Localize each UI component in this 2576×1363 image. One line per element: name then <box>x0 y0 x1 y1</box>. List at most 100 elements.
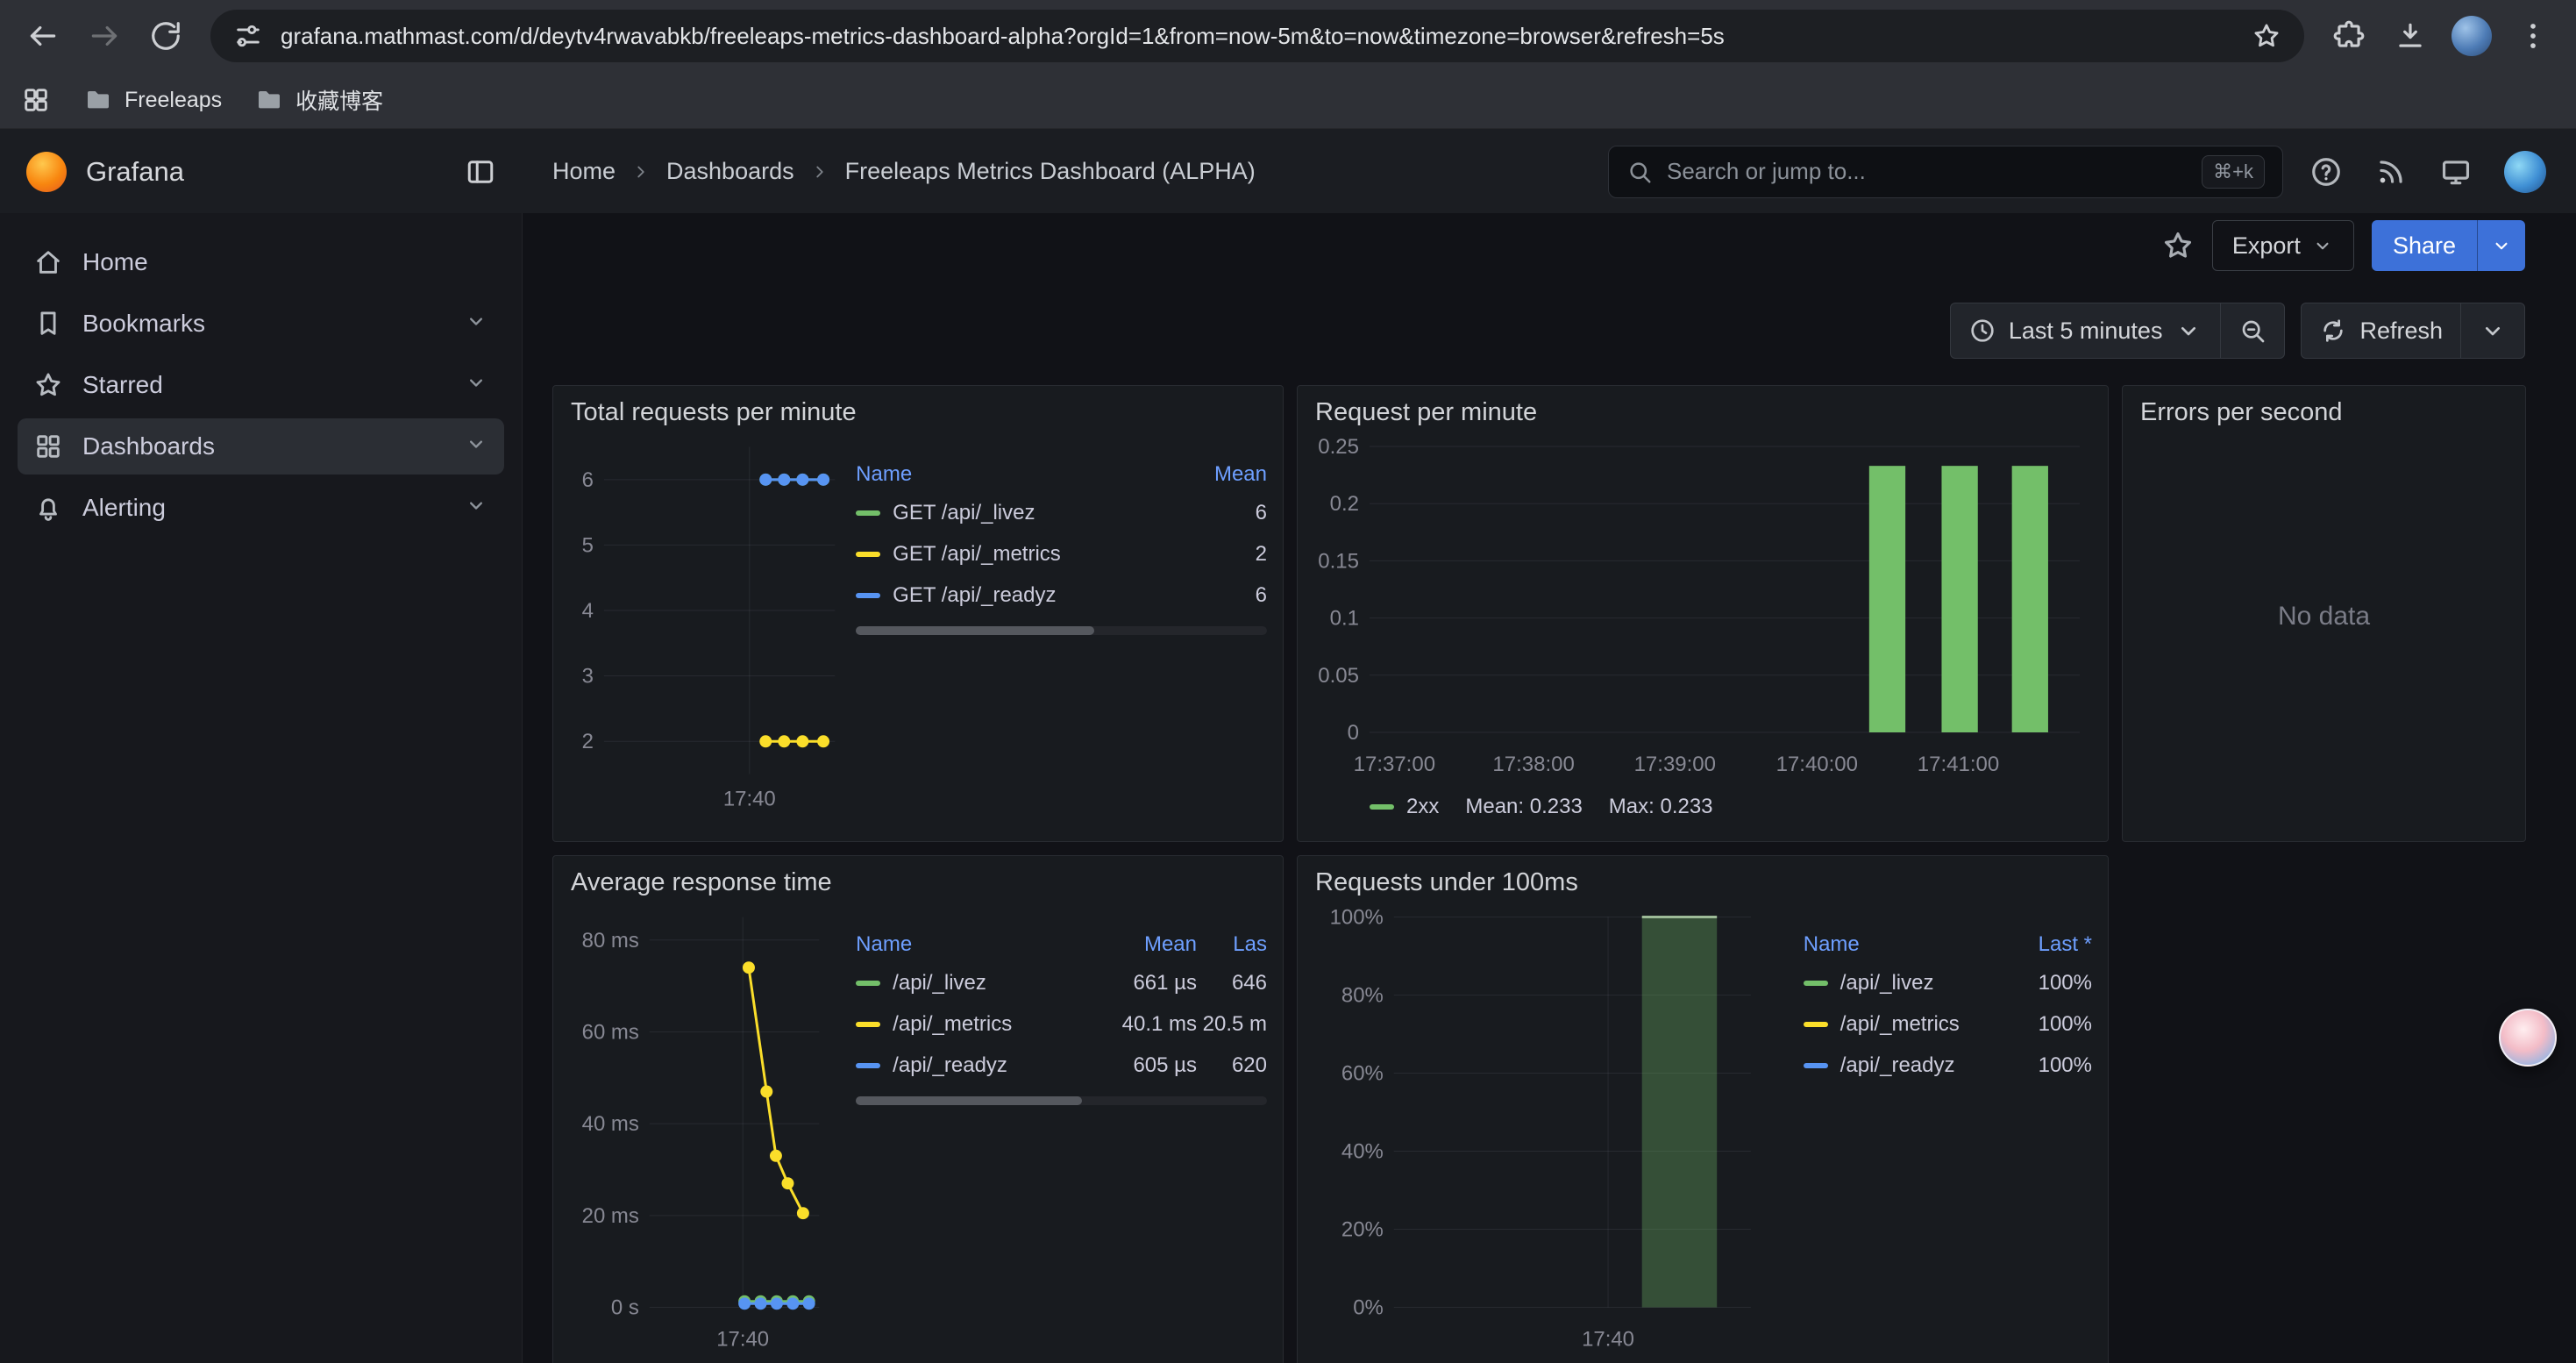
zoom-out-button[interactable] <box>2220 303 2284 358</box>
legend-row[interactable]: /api/_metrics 100% <box>1804 1003 2092 1045</box>
chevron-down-icon[interactable] <box>464 309 488 339</box>
legend-header-name[interactable]: Name <box>856 932 1065 957</box>
svg-text:20 ms: 20 ms <box>582 1204 639 1228</box>
sidebar-item-starred[interactable]: Starred <box>18 357 504 413</box>
clock-icon <box>1968 317 1996 345</box>
bookmark-folder-freeleaps[interactable]: Freeleaps <box>84 86 222 114</box>
total-requests-chart[interactable]: 2345617:40 <box>569 432 856 818</box>
legend-header-mean[interactable]: Mean <box>1065 932 1197 957</box>
floating-assistant-avatar[interactable] <box>2499 1009 2557 1067</box>
share-label[interactable]: Share <box>2372 220 2477 271</box>
apps-grid-icon[interactable] <box>21 85 51 115</box>
legend-row[interactable]: /api/_livez 661 µs 646 <box>856 962 1267 1003</box>
svg-text:0: 0 <box>1348 721 1359 745</box>
sidebar-item-label: Starred <box>82 371 163 399</box>
legend-header-mean[interactable]: Mean <box>1171 462 1267 487</box>
url-bar[interactable]: grafana.mathmast.com/d/deytv4rwavabkb/fr… <box>210 10 2304 62</box>
legend-header-last[interactable]: Las <box>1197 932 1267 957</box>
favorite-star-icon[interactable] <box>2161 229 2195 262</box>
series-color-dash <box>1804 1022 1828 1027</box>
dashboards-grid-icon <box>33 432 63 461</box>
series-color-dash <box>856 1063 880 1068</box>
panel-average-response-time: Average response time 0 s20 ms40 ms60 ms… <box>552 855 1284 1363</box>
panel-title[interactable]: Total requests per minute <box>553 386 1283 432</box>
breadcrumb-home[interactable]: Home <box>552 158 616 185</box>
news-rss-icon[interactable] <box>2374 155 2408 189</box>
header-icons <box>2283 151 2576 193</box>
legend-row[interactable]: /api/_readyz 100% <box>1804 1045 2092 1086</box>
requests-under-100ms-chart[interactable]: 0%20%40%60%80%100%17:40 <box>1313 903 1804 1359</box>
refresh-button[interactable]: Refresh <box>2302 303 2460 358</box>
legend-row[interactable]: /api/_readyz 605 µs 620 <box>856 1045 1267 1086</box>
share-button[interactable]: Share <box>2372 220 2525 271</box>
reload-button[interactable] <box>139 9 193 63</box>
sidebar: Home Bookmarks Starred Dashboards Alerti… <box>0 213 523 1363</box>
svg-text:60 ms: 60 ms <box>582 1020 639 1044</box>
legend-header-name[interactable]: Name <box>1804 932 1996 957</box>
legend-inline: 2xx Mean: 0.233 Max: 0.233 <box>1313 788 2092 819</box>
extensions-icon[interactable] <box>2322 9 2376 63</box>
series-color-dash <box>1804 981 1828 986</box>
request-per-minute-chart[interactable]: 00.050.10.150.20.2517:37:0017:38:0017:39… <box>1313 432 2094 783</box>
breadcrumb: Home Dashboards Freeleaps Metrics Dashbo… <box>552 158 1256 185</box>
bookmark-star-icon[interactable] <box>2252 21 2281 51</box>
dashboard-toolbar: Export Share <box>523 213 2576 278</box>
panel-title[interactable]: Average response time <box>553 856 1283 903</box>
help-icon[interactable] <box>2309 155 2343 189</box>
series-color-dash <box>1804 1063 1828 1068</box>
export-button[interactable]: Export <box>2212 220 2354 271</box>
grafana-header: Grafana Home Dashboards Freeleaps Metric… <box>0 129 2576 215</box>
series-color-dash <box>856 981 880 986</box>
user-avatar[interactable] <box>2504 151 2546 193</box>
search-input[interactable]: Search or jump to... ⌘+k <box>1608 146 2283 198</box>
legend-row[interactable]: GET /api/_readyz 6 <box>856 574 1267 616</box>
time-picker-group: Last 5 minutes <box>1950 303 2286 359</box>
profile-avatar[interactable] <box>2444 9 2499 63</box>
breadcrumb-dashboards[interactable]: Dashboards <box>666 158 794 185</box>
tv-mode-icon[interactable] <box>2439 155 2473 189</box>
site-settings-icon[interactable] <box>233 21 263 51</box>
time-range-picker[interactable]: Last 5 minutes <box>1951 303 2221 358</box>
svg-text:0.05: 0.05 <box>1318 664 1359 688</box>
url-text: grafana.mathmast.com/d/deytv4rwavabkb/fr… <box>281 23 2234 50</box>
downloads-icon[interactable] <box>2383 9 2437 63</box>
average-response-time-chart[interactable]: 0 s20 ms40 ms60 ms80 ms17:40 <box>569 903 856 1359</box>
sidebar-item-bookmarks[interactable]: Bookmarks <box>18 296 504 352</box>
svg-text:40 ms: 40 ms <box>582 1112 639 1136</box>
chevron-down-icon[interactable] <box>464 432 488 462</box>
sidebar-toggle-icon[interactable] <box>465 156 496 188</box>
bookmark-folder-blogs[interactable]: 收藏博客 <box>255 84 383 116</box>
panel-requests-under-100ms: Requests under 100ms 0%20%40%60%80%100%1… <box>1297 855 2109 1363</box>
chevron-down-icon[interactable] <box>464 370 488 401</box>
legend-row[interactable]: /api/_livez 100% <box>1804 962 2092 1003</box>
legend-scrollbar[interactable] <box>856 1096 1267 1105</box>
refresh-interval-chevron-icon[interactable] <box>2460 303 2524 358</box>
share-menu-chevron-icon[interactable] <box>2477 220 2525 271</box>
browser-menu-icon[interactable] <box>2506 9 2560 63</box>
sidebar-item-alerting[interactable]: Alerting <box>18 480 504 536</box>
panel-title[interactable]: Request per minute <box>1298 386 2108 432</box>
sidebar-item-home[interactable]: Home <box>18 234 504 290</box>
sidebar-item-dashboards[interactable]: Dashboards <box>18 418 504 475</box>
export-label: Export <box>2232 232 2301 260</box>
series-color-dash <box>856 510 880 516</box>
panel-title[interactable]: Requests under 100ms <box>1298 856 2108 903</box>
legend-scrollbar[interactable] <box>856 626 1267 635</box>
series-color-dash <box>856 1022 880 1027</box>
chevron-down-icon[interactable] <box>464 493 488 524</box>
svg-text:0.2: 0.2 <box>1330 492 1359 516</box>
legend-header-name[interactable]: Name <box>856 462 1171 487</box>
search-icon <box>1626 159 1653 185</box>
panel-title[interactable]: Errors per second <box>2123 386 2525 432</box>
legend-item-2xx[interactable]: 2xx <box>1370 795 1439 819</box>
legend-row[interactable]: GET /api/_metrics 2 <box>856 533 1267 574</box>
back-button[interactable] <box>16 9 70 63</box>
legend-header-last[interactable]: Last * <box>1996 932 2092 957</box>
legend-row[interactable]: /api/_metrics 40.1 ms 20.5 m <box>856 1003 1267 1045</box>
legend-table: Name Mean Las /api/_livez 661 µs 646 /ap… <box>856 927 1267 1359</box>
svg-text:17:39:00: 17:39:00 <box>1634 753 1716 776</box>
forward-button[interactable] <box>77 9 132 63</box>
grafana-logo-icon[interactable] <box>26 152 67 192</box>
legend-row[interactable]: GET /api/_livez 6 <box>856 492 1267 533</box>
chevron-right-icon <box>810 162 829 182</box>
